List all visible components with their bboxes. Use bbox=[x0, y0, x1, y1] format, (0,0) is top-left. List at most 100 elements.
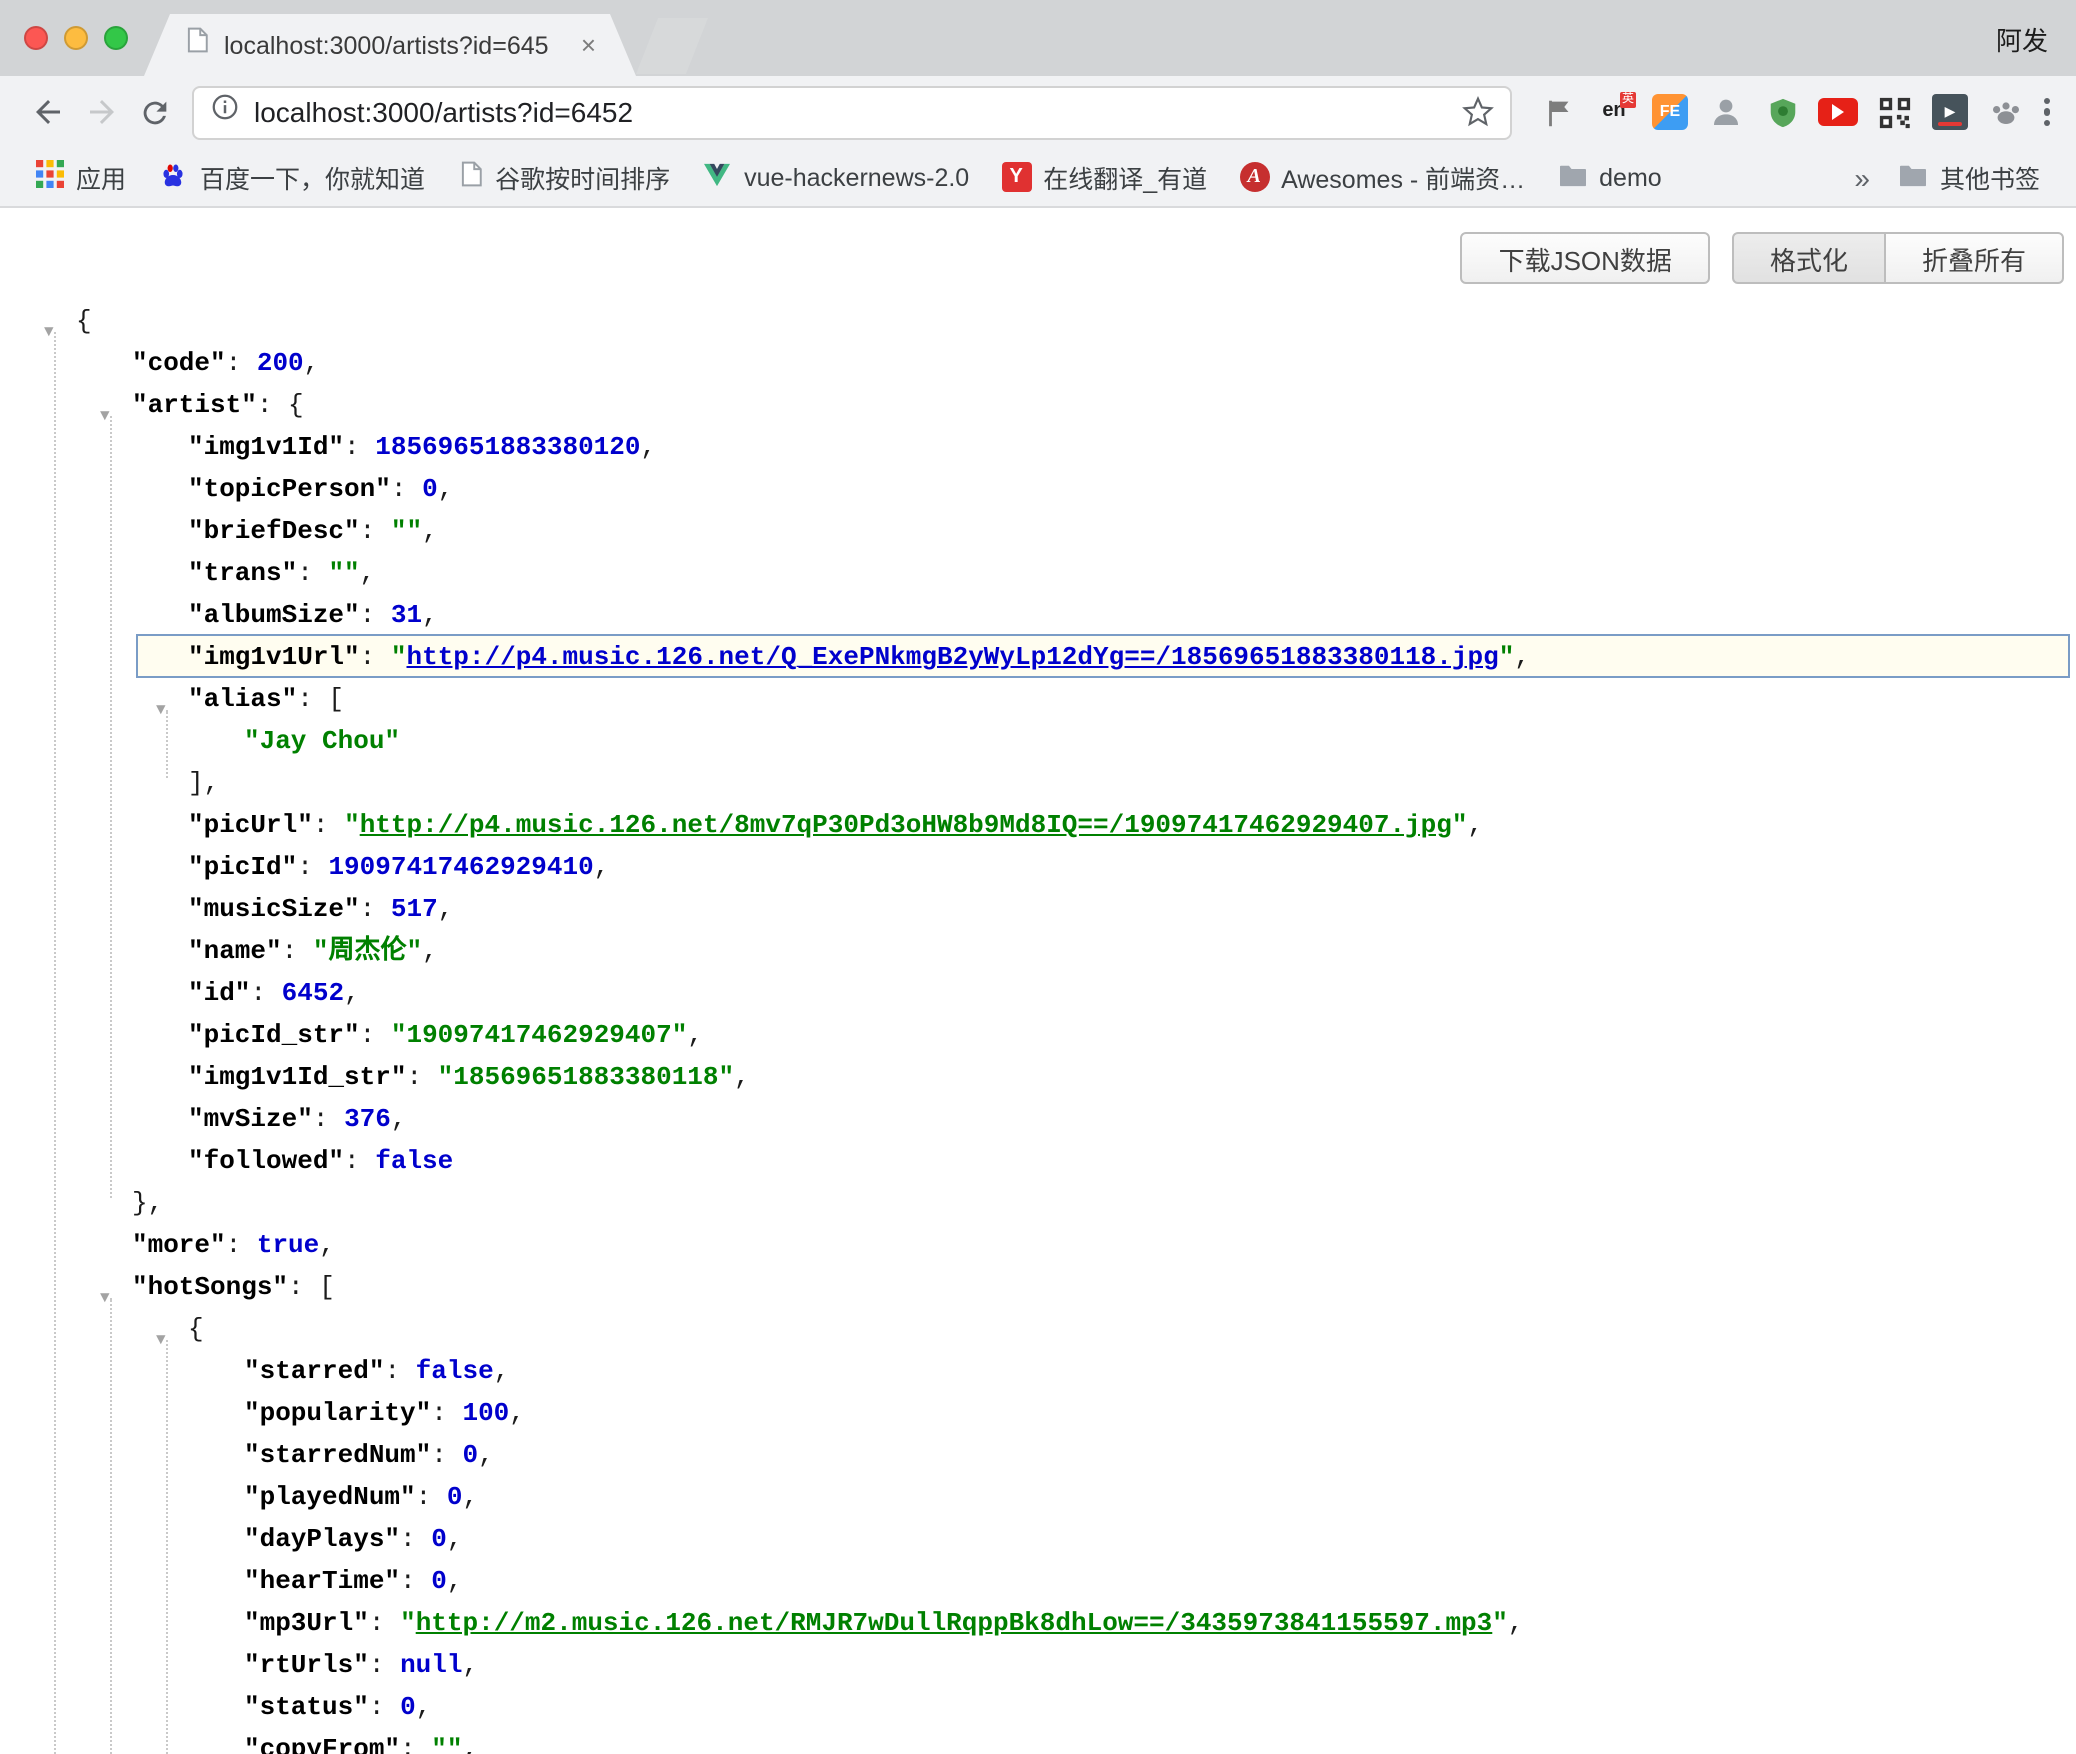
json-token: "mp3Url" bbox=[244, 1608, 369, 1638]
address-bar[interactable]: localhost:3000/artists?id=6452 bbox=[192, 85, 1512, 139]
json-token: , bbox=[1468, 810, 1484, 840]
json-line: "trans": "", bbox=[0, 552, 2076, 594]
extension-qrcode-icon[interactable] bbox=[1874, 92, 1914, 132]
json-token: : [ bbox=[288, 1272, 335, 1302]
bookmark-vue-hackernews[interactable]: vue-hackernews-2.0 bbox=[686, 155, 985, 199]
profile-name[interactable]: 阿发 bbox=[1996, 20, 2048, 58]
json-token: "musicSize" bbox=[188, 894, 360, 924]
page-icon bbox=[457, 160, 483, 194]
json-token: : bbox=[406, 1062, 437, 1092]
json-token: "img1v1Url" bbox=[188, 642, 360, 672]
json-token: : bbox=[250, 978, 281, 1008]
new-tab-button[interactable] bbox=[636, 18, 708, 74]
json-token: : bbox=[282, 936, 313, 966]
json-token: , bbox=[1508, 1608, 1524, 1638]
window-minimize-button[interactable] bbox=[64, 26, 88, 50]
json-token: " bbox=[400, 1608, 416, 1638]
json-token: , bbox=[422, 516, 438, 546]
json-token: 18569651883380120 bbox=[375, 432, 640, 462]
json-token: : bbox=[400, 1524, 431, 1554]
json-line: "mvSize": 376, bbox=[0, 1098, 2076, 1140]
collapse-toggle-icon[interactable]: ▼ bbox=[156, 1320, 166, 1362]
json-line-selected: "img1v1Url": "http://p4.music.126.net/Q_… bbox=[0, 636, 2076, 678]
json-token: : bbox=[360, 516, 391, 546]
folder-icon bbox=[1557, 161, 1587, 193]
json-token: false bbox=[375, 1146, 453, 1176]
json-line: "copyFrom": "", bbox=[0, 1728, 2076, 1754]
tab-close-icon[interactable]: × bbox=[581, 32, 596, 58]
json-view: ▼{"code": 200,▼"artist": {"img1v1Id": 18… bbox=[0, 300, 2076, 1754]
browser-toolbar: localhost:3000/artists?id=6452 en 英 FE bbox=[0, 76, 2076, 148]
json-token: 0 bbox=[431, 1524, 447, 1554]
json-token: "" bbox=[391, 516, 422, 546]
json-line: ▼"artist": { bbox=[0, 384, 2076, 426]
json-token: "starredNum" bbox=[244, 1440, 431, 1470]
url-text[interactable]: localhost:3000/artists?id=6452 bbox=[254, 96, 633, 128]
json-url-link[interactable]: http://p4.music.126.net/8mv7qP30Pd3oHW8b… bbox=[360, 810, 1452, 840]
bookmark-label: 百度一下，你就知道 bbox=[200, 158, 425, 196]
json-token: : bbox=[400, 1734, 431, 1754]
format-button[interactable]: 格式化 bbox=[1732, 232, 1886, 284]
collapse-toggle-icon[interactable]: ▼ bbox=[100, 1278, 110, 1320]
bookmark-google-sort[interactable]: 谷歌按时间排序 bbox=[441, 152, 686, 202]
json-token: : bbox=[226, 1230, 257, 1260]
extension-shield-icon[interactable] bbox=[1762, 92, 1802, 132]
page-info-icon[interactable] bbox=[210, 92, 240, 132]
json-token: "albumSize" bbox=[188, 600, 360, 630]
json-token: : bbox=[431, 1440, 462, 1470]
collapse-toggle-icon[interactable]: ▼ bbox=[156, 690, 166, 732]
json-url-link[interactable]: http://p4.music.126.net/Q_ExePNkmgB2yWyL… bbox=[407, 642, 1499, 672]
json-token: "copyFrom" bbox=[244, 1734, 400, 1754]
back-button[interactable] bbox=[20, 85, 74, 139]
json-line: ▼{ bbox=[0, 300, 2076, 342]
other-bookmarks-label: 其他书签 bbox=[1940, 158, 2040, 196]
json-line: "img1v1Id_str": "18569651883380118", bbox=[0, 1056, 2076, 1098]
window-close-button[interactable] bbox=[24, 26, 48, 50]
bookmark-label: 谷歌按时间排序 bbox=[495, 158, 670, 196]
json-token: { bbox=[188, 1314, 204, 1344]
extension-translate-icon[interactable]: en 英 bbox=[1594, 92, 1634, 132]
window-zoom-button[interactable] bbox=[104, 26, 128, 50]
extension-paw-icon[interactable] bbox=[1986, 92, 2026, 132]
json-token: : bbox=[416, 1482, 447, 1512]
json-token: , bbox=[641, 432, 657, 462]
json-url-link[interactable]: http://m2.music.126.net/RMJR7wDullRqppBk… bbox=[416, 1608, 1493, 1638]
bookmark-label: demo bbox=[1599, 163, 1662, 191]
json-token: "more" bbox=[132, 1230, 226, 1260]
bookmarks-overflow-chevron[interactable]: » bbox=[1842, 161, 1882, 193]
bookmark-youdao[interactable]: Y 在线翻译_有道 bbox=[985, 152, 1223, 202]
collapse-toggle-icon[interactable]: ▼ bbox=[44, 312, 54, 354]
json-token: , bbox=[1514, 642, 1530, 672]
download-json-button[interactable]: 下载JSON数据 bbox=[1461, 232, 1710, 284]
forward-button[interactable] bbox=[74, 85, 128, 139]
browser-menu-icon[interactable] bbox=[2038, 92, 2056, 132]
extension-youtube-icon[interactable] bbox=[1818, 98, 1858, 126]
collapse-all-button[interactable]: 折叠所有 bbox=[1884, 232, 2064, 284]
extension-profile-icon[interactable] bbox=[1706, 92, 1746, 132]
extension-player-icon[interactable]: ▶ bbox=[1930, 92, 1970, 132]
json-token: { bbox=[76, 306, 92, 336]
bookmark-baidu[interactable]: 百度一下，你就知道 bbox=[142, 152, 441, 202]
json-token: "18569651883380118" bbox=[438, 1062, 734, 1092]
json-token: "playedNum" bbox=[244, 1482, 416, 1512]
bookmark-demo-folder[interactable]: demo bbox=[1541, 155, 1678, 199]
bookmark-awesomes[interactable]: A Awesomes - 前端资… bbox=[1223, 152, 1541, 202]
browser-tab[interactable]: localhost:3000/artists?id=645 × bbox=[144, 14, 636, 76]
extension-fehelper-icon[interactable]: FE bbox=[1650, 92, 1690, 132]
json-token: "hearTime" bbox=[244, 1566, 400, 1596]
json-token: : bbox=[369, 1692, 400, 1722]
bookmark-star-icon[interactable] bbox=[1462, 96, 1494, 128]
json-token: "dayPlays" bbox=[244, 1524, 400, 1554]
page-favicon-icon bbox=[184, 26, 210, 64]
json-token: "topicPerson" bbox=[188, 474, 391, 504]
json-token: "picId" bbox=[188, 852, 297, 882]
bookmark-apps[interactable]: 应用 bbox=[20, 152, 142, 202]
reload-button[interactable] bbox=[128, 85, 182, 139]
extension-flag-icon[interactable] bbox=[1538, 92, 1578, 132]
page-content: 下载JSON数据 格式化 折叠所有 ▼{"code": 200,▼"artist… bbox=[0, 208, 2076, 1754]
collapse-toggle-icon[interactable]: ▼ bbox=[100, 396, 110, 438]
json-token: " bbox=[1499, 642, 1515, 672]
json-line: "picUrl": "http://p4.music.126.net/8mv7q… bbox=[0, 804, 2076, 846]
json-token: 19097417462929410 bbox=[328, 852, 593, 882]
other-bookmarks[interactable]: 其他书签 bbox=[1882, 152, 2056, 202]
